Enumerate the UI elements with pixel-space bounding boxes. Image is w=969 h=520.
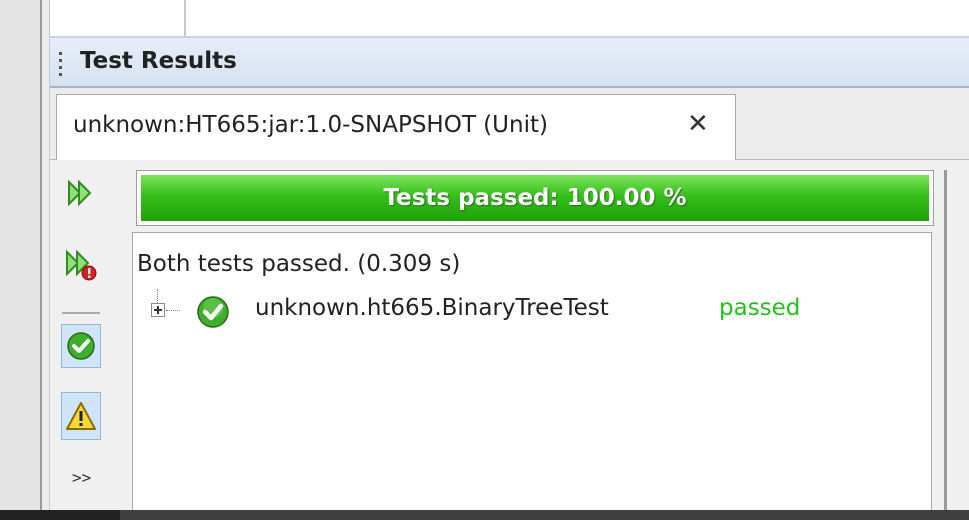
panel-title: Test Results (80, 48, 237, 74)
editor-divider (184, 0, 186, 36)
passed-check-icon (197, 296, 229, 328)
toolbar-overflow-button[interactable]: >> (72, 468, 91, 487)
test-class-name[interactable]: unknown.ht665.BinaryTreeTest (255, 295, 609, 321)
tree-connector (166, 310, 180, 311)
test-results-header: Test Results (50, 36, 969, 88)
show-passed-toggle[interactable] (61, 324, 101, 368)
toolbar-separator (62, 312, 100, 314)
status-bar (0, 510, 969, 520)
close-icon[interactable]: ✕ (687, 111, 709, 137)
tab-unit-tests[interactable]: unknown:HT665:jar:1.0-SNAPSHOT (Unit) ✕ (56, 94, 736, 160)
progress-fill: Tests passed: 100.00 % (141, 175, 929, 221)
drag-grip-icon[interactable] (59, 52, 62, 76)
show-warnings-toggle[interactable] (61, 392, 101, 440)
editor-area (50, 0, 969, 36)
show-passed-icon (67, 332, 95, 360)
results-summary: Both tests passed. (0.309 s) (137, 251, 461, 277)
tab-label: unknown:HT665:jar:1.0-SNAPSHOT (Unit) (73, 112, 548, 138)
panel-splitter[interactable] (40, 0, 50, 520)
rerun-all-icon (68, 179, 92, 207)
rerun-failed-icon (66, 249, 97, 281)
results-tree: Both tests passed. (0.309 s) unknown.ht6… (132, 232, 932, 510)
tab-bar: unknown:HT665:jar:1.0-SNAPSHOT (Unit) ✕ (50, 88, 969, 160)
progress-label: Tests passed: 100.00 % (383, 185, 687, 211)
test-results-content: >> Tests passed: 100.00 % Both tests pas… (50, 160, 969, 510)
expand-icon[interactable] (151, 303, 165, 317)
status-bar-left (0, 510, 120, 520)
progress-bar: Tests passed: 100.00 % (136, 170, 934, 226)
scrollbar-edge (944, 170, 947, 510)
tree-connector (157, 289, 158, 303)
rerun-all-button[interactable] (62, 174, 100, 212)
rerun-failed-button[interactable] (62, 246, 100, 284)
status-badge: passed (719, 295, 801, 321)
warning-filter-icon (66, 402, 96, 430)
